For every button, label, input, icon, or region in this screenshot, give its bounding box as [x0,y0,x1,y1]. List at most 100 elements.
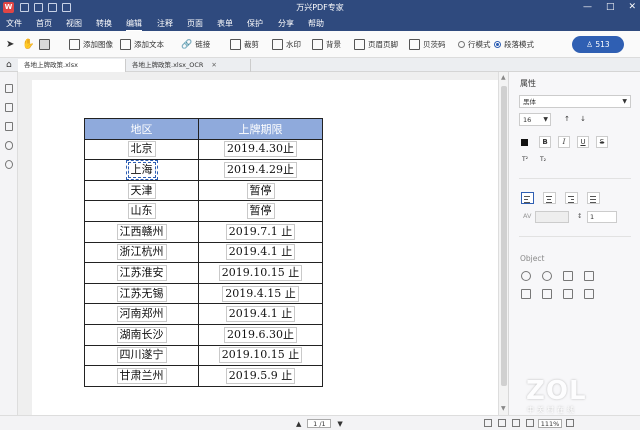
text-block[interactable]: 2019.4.30止 [224,141,297,158]
maximize-button[interactable]: □ [606,2,615,12]
vertical-scrollbar[interactable]: ▲ ▼ [498,72,508,415]
watermark-button[interactable]: 水印 [272,38,301,51]
deadline-cell[interactable]: 2019.4.1 止 [198,303,323,325]
search-icon[interactable] [5,160,13,169]
menu-item[interactable]: 视图 [66,18,82,29]
extract-image-icon[interactable] [584,289,594,299]
region-cell[interactable]: 江苏淮安 [84,262,199,284]
user-account-button[interactable]: ♙ 513 [572,36,624,53]
close-tab-icon[interactable]: ✕ [211,61,216,69]
two-page-view-icon[interactable] [498,419,506,427]
minimize-button[interactable]: — [583,2,592,12]
bates-button[interactable]: 贝茨码 [409,38,446,51]
rotate-left-icon[interactable] [521,271,531,281]
menu-item[interactable]: 帮助 [308,18,324,29]
region-cell[interactable]: 四川遂宁 [84,344,199,367]
text-block[interactable]: 江苏淮安 [116,264,167,281]
increase-size-button[interactable]: ↑ [561,114,573,126]
tab-document-ocr[interactable]: 各地上牌政策.xlsx_OCR ✕ [126,59,251,72]
text-block[interactable]: 2019.4.1 止 [225,244,296,261]
region-cell[interactable]: 湖南长沙 [84,323,199,346]
region-cell[interactable]: 浙江杭州 [84,241,199,264]
align-justify-button[interactable] [587,192,600,204]
deadline-cell[interactable]: 2019.4.15 止 [198,282,323,305]
fit-width-icon[interactable] [512,419,520,427]
deadline-cell[interactable]: 2019.4.30止 [198,138,323,161]
text-block[interactable]: 2019.5.9 止 [225,367,296,384]
region-cell[interactable]: 甘肃兰州 [84,365,199,387]
menu-item[interactable]: 转换 [96,18,112,29]
line-mode-radio[interactable]: 行模式 [458,38,491,51]
thumbnails-icon[interactable] [5,84,13,93]
deadline-cell[interactable]: 2019.6.30止 [198,323,323,346]
char-spacing-input[interactable] [535,211,569,223]
select-tool[interactable]: ➤ [6,38,14,51]
text-block[interactable]: 2019.4.1 止 [225,306,296,323]
strikethrough-button[interactable]: S [596,136,608,148]
align-right-button[interactable] [565,192,578,204]
region-cell[interactable]: 上海 [84,159,199,181]
scroll-down-icon[interactable]: ▼ [501,405,506,412]
paragraph-mode-radio[interactable]: 段落模式 [494,38,534,51]
text-block[interactable]: 河南郑州 [116,306,167,323]
deadline-cell[interactable]: 暂停 [198,200,323,222]
text-block[interactable]: 2019.7.1 止 [225,223,296,240]
page-number-input[interactable]: 1 /1 [307,419,332,428]
line-spacing-input[interactable]: 1 [587,211,617,223]
rotate-right-icon[interactable] [542,271,552,281]
text-block[interactable]: 浙江杭州 [116,244,167,261]
text-color-swatch[interactable] [521,139,528,146]
region-cell[interactable]: 天津 [84,179,199,202]
hand-tool[interactable]: ✋ [22,38,34,51]
background-button[interactable]: 背景 [312,38,341,51]
italic-button[interactable]: I [558,136,570,148]
crop-button[interactable]: 裁剪 [230,38,259,51]
deadline-cell[interactable]: 2019.4.1 止 [198,241,323,264]
zoom-level[interactable]: 111% [538,419,562,428]
menu-item[interactable]: 注释 [157,18,173,29]
menu-item[interactable]: 保护 [247,18,263,29]
flip-vertical-icon[interactable] [584,271,594,281]
text-block[interactable]: 2019.10.15 止 [218,264,303,281]
region-cell[interactable]: 江苏无锡 [84,282,199,305]
distribute-objects-icon[interactable] [542,289,552,299]
scroll-thumb[interactable] [501,86,507,386]
menu-item[interactable]: 页面 [187,18,203,29]
text-block[interactable]: 暂停 [246,203,275,220]
bold-button[interactable]: B [539,136,551,148]
text-block[interactable]: 湖南长沙 [116,326,167,343]
scroll-up-icon[interactable]: ▲ [501,74,506,81]
link-button[interactable]: 🔗 链接 [181,38,210,51]
comment-icon[interactable] [5,122,13,131]
menu-item[interactable]: 编辑 [126,18,142,32]
zoom-in-icon[interactable] [566,419,574,427]
text-block[interactable]: 2019.4.15 止 [222,285,299,302]
next-page-icon[interactable]: ▼ [337,420,342,428]
align-center-button[interactable] [543,192,556,204]
menu-item[interactable]: 首页 [36,18,52,29]
text-block[interactable]: 山东 [127,203,156,220]
deadline-cell[interactable]: 2019.4.29止 [198,159,323,181]
deadline-cell[interactable]: 2019.7.1 止 [198,220,323,243]
menu-item[interactable]: 文件 [6,18,22,29]
text-block[interactable]: 上海 [125,159,158,180]
decrease-size-button[interactable]: ↓ [577,114,589,126]
region-cell[interactable]: 北京 [84,138,199,161]
deadline-cell[interactable]: 暂停 [198,179,323,202]
subscript-button[interactable]: T₂ [537,154,549,166]
font-size-select[interactable]: 16 ▼ [519,113,551,126]
text-block[interactable]: 甘肃兰州 [116,367,167,384]
region-cell[interactable]: 山东 [84,200,199,222]
region-cell[interactable]: 河南郑州 [84,303,199,325]
deadline-cell[interactable]: 2019.5.9 止 [198,365,323,387]
font-family-select[interactable]: 黑体 ▼ [519,95,631,108]
align-left-button[interactable] [521,192,534,204]
attachment-icon[interactable] [5,141,13,150]
prev-page-icon[interactable]: ▲ [296,420,301,428]
text-block[interactable]: 江西赣州 [116,223,167,240]
text-block[interactable]: 天津 [127,182,156,199]
deadline-cell[interactable]: 2019.10.15 止 [198,262,323,284]
underline-button[interactable]: U [577,136,589,148]
close-button[interactable]: ✕ [628,2,636,12]
add-image-button[interactable]: 添加图像 [69,38,113,51]
